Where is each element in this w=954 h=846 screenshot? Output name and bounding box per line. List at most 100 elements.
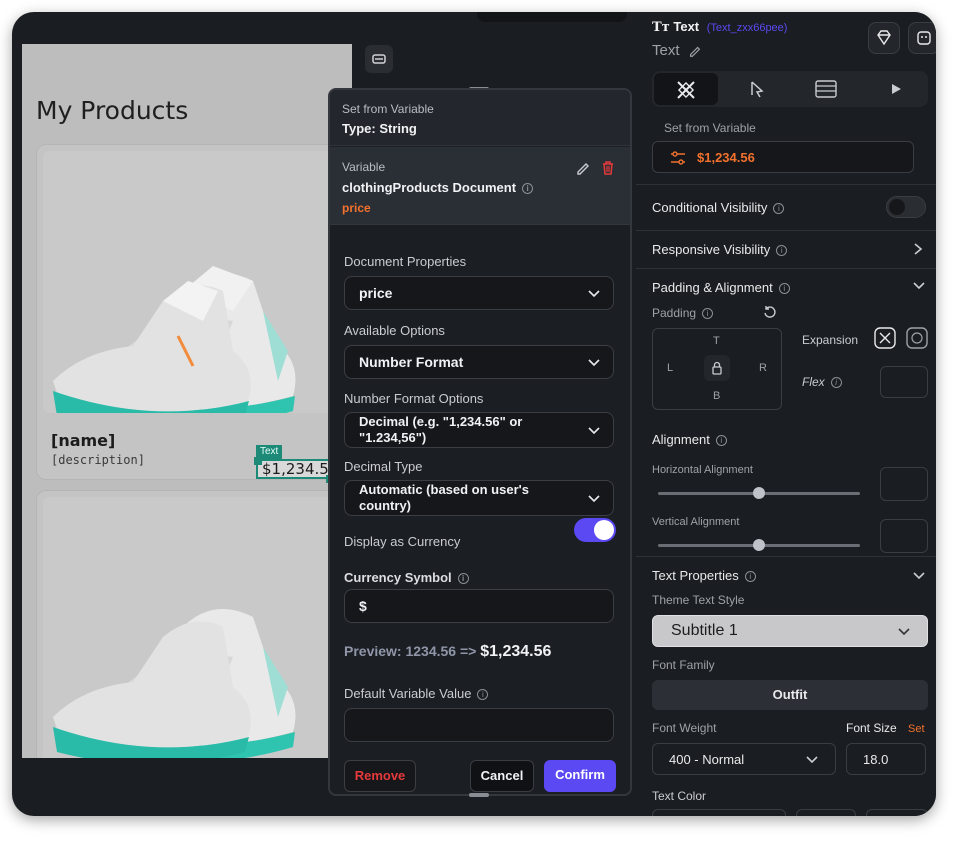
text-color-picker[interactable]: [652, 809, 786, 816]
alignment-label: Alignment i: [652, 432, 727, 447]
flex-input[interactable]: [880, 366, 928, 398]
lock-icon: [712, 361, 722, 375]
edit-icon[interactable]: [575, 160, 591, 176]
variable-binding-field[interactable]: $1,234.56: [652, 141, 914, 173]
chevron-down-icon: [806, 756, 818, 764]
toggle-knob: [594, 520, 614, 540]
panel-tabs: [652, 71, 928, 107]
text-properties-label: Text Properties i: [652, 568, 756, 583]
decimal-type-dropdown[interactable]: Automatic (based on user's country): [344, 480, 614, 516]
confirm-button[interactable]: Confirm: [544, 760, 616, 792]
info-icon: i: [773, 203, 785, 215]
info-icon: i: [702, 308, 714, 320]
text-color-opacity[interactable]: [796, 809, 856, 816]
text-color-extra[interactable]: [866, 809, 928, 816]
font-size-value: 18.0: [863, 752, 889, 767]
app-window: My Products [name] [description] Text $1…: [12, 12, 936, 816]
font-weight-label: Font Weight: [652, 721, 717, 735]
default-value-input[interactable]: [344, 708, 614, 742]
variable-binding-value: $1,234.56: [697, 150, 755, 165]
display-currency-toggle[interactable]: [574, 518, 616, 542]
padding-top[interactable]: T: [713, 335, 720, 347]
edit-icon[interactable]: [688, 44, 702, 58]
decimal-type-value: Automatic (based on user's country): [359, 482, 529, 513]
padding-bottom[interactable]: B: [713, 390, 720, 402]
cursor-click-icon: [751, 81, 764, 98]
theme-text-style-label: Theme Text Style: [652, 593, 745, 607]
device-preview-button[interactable]: [365, 45, 393, 73]
padding-box[interactable]: T L R B: [652, 328, 782, 410]
chevron-down-icon: [588, 427, 600, 435]
info-icon: i: [744, 571, 756, 583]
tab-properties[interactable]: [654, 73, 718, 105]
product-description: [description]: [51, 453, 145, 467]
padding-left[interactable]: L: [667, 362, 673, 374]
document-properties-dropdown[interactable]: price: [344, 276, 614, 310]
delete-icon[interactable]: [600, 160, 616, 176]
resize-handle[interactable]: [254, 457, 262, 465]
ai-assist-button[interactable]: [908, 22, 936, 54]
document-properties-label: Document Properties: [344, 254, 467, 269]
widget-type: Text: [673, 19, 700, 34]
expansion-expand-icon[interactable]: [906, 327, 928, 349]
horizontal-alignment-input[interactable]: [880, 467, 928, 501]
chevron-down-icon[interactable]: [912, 570, 926, 582]
lock-padding-button[interactable]: [704, 355, 730, 381]
popup-type: Type: String: [342, 121, 417, 136]
remove-button[interactable]: Remove: [344, 760, 416, 792]
chevron-down-icon[interactable]: [912, 280, 926, 292]
responsive-visibility-label: Responsive Visibility i: [652, 242, 788, 257]
info-icon: i: [457, 573, 469, 585]
widget-name[interactable]: Text: [652, 42, 702, 59]
padding-alignment-label: Padding & Alignment i: [652, 280, 790, 295]
tab-backend-query[interactable]: [794, 73, 858, 105]
expansion-fill-icon[interactable]: [874, 327, 896, 349]
conditional-visibility-label: Conditional Visibility i: [652, 200, 785, 215]
popup-header: Set from Variable Type: String: [330, 90, 630, 146]
product-card[interactable]: [36, 490, 352, 758]
popup-title: Set from Variable: [342, 102, 434, 116]
padding-right[interactable]: R: [759, 362, 767, 374]
reset-icon[interactable]: [762, 305, 776, 319]
chevron-down-icon: [588, 359, 600, 367]
preview-value: $1,234.56: [480, 643, 552, 660]
set-from-variable-popup: Set from Variable Type: String Variable …: [328, 88, 632, 796]
page-title: My Products: [36, 96, 189, 125]
toggle-knob: [889, 199, 905, 215]
horizontal-alignment-knob[interactable]: [753, 487, 765, 499]
tab-actions[interactable]: [724, 73, 788, 105]
conditional-visibility-toggle[interactable]: [886, 196, 926, 218]
product-card[interactable]: [name] [description]: [36, 144, 352, 480]
vertical-alignment-input[interactable]: [880, 519, 928, 553]
document-properties-value: price: [359, 285, 393, 301]
top-bar-notch: [477, 12, 627, 22]
popup-drag-handle-bottom[interactable]: [469, 793, 489, 797]
number-format-dropdown[interactable]: Decimal (e.g. "1,234.56" or "1.234,56"): [344, 412, 614, 448]
vertical-alignment-knob[interactable]: [753, 539, 765, 551]
properties-panel: Tт Text (Text_zxx66pee) Text Set from Va…: [636, 12, 936, 816]
info-icon: i: [715, 435, 727, 447]
chevron-down-icon: [588, 495, 600, 503]
set-from-variable-label: Set from Variable: [664, 121, 756, 135]
font-size-input[interactable]: 18.0: [846, 743, 926, 775]
font-family-button[interactable]: Outfit: [652, 680, 928, 710]
theme-text-style-dropdown[interactable]: Subtitle 1: [652, 615, 928, 647]
font-family-label: Font Family: [652, 658, 715, 672]
display-currency-label: Display as Currency: [344, 534, 461, 549]
tab-animations[interactable]: [864, 73, 928, 105]
shoe-image: [43, 497, 345, 758]
info-icon: i: [776, 245, 788, 257]
cancel-button[interactable]: Cancel: [470, 760, 534, 792]
currency-symbol-input[interactable]: $: [344, 589, 614, 623]
available-options-dropdown[interactable]: Number Format: [344, 345, 614, 379]
chevron-down-icon: [588, 290, 600, 298]
font-weight-dropdown[interactable]: 400 - Normal: [652, 743, 836, 775]
variable-section: Variable clothingProducts Document i pric…: [330, 147, 630, 225]
info-icon: i: [830, 377, 842, 389]
font-size-set-indicator: Set: [908, 723, 925, 735]
shoe-image: [43, 151, 345, 429]
diamond-button[interactable]: [868, 22, 900, 54]
responsive-visibility-section[interactable]: Responsive Visibility i: [636, 230, 936, 268]
text-color-label: Text Color: [652, 789, 707, 803]
phone-canvas[interactable]: My Products [name] [description] Text $1…: [22, 44, 352, 758]
